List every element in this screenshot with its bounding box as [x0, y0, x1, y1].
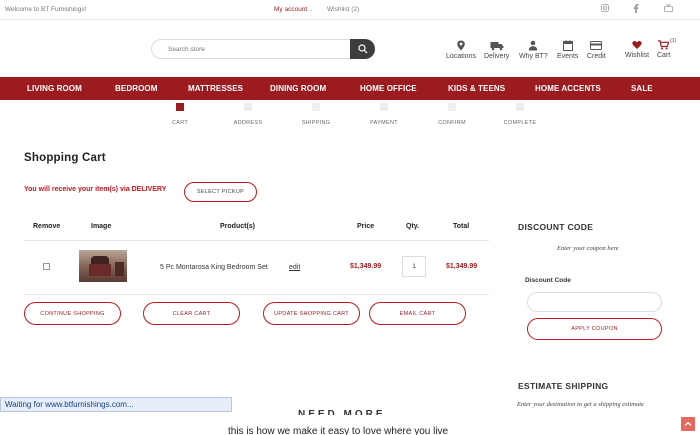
step-address: ADDRESS: [218, 103, 278, 126]
step-cart: CART: [150, 103, 210, 126]
col-total: Total: [453, 223, 470, 230]
heart-icon: [632, 41, 642, 49]
search-bar: [151, 39, 375, 59]
apply-coupon-button[interactable]: APPLY COUPON: [527, 318, 662, 340]
page-title: Shopping Cart: [24, 152, 106, 164]
why-bt-label: Why BT?: [519, 53, 548, 60]
col-qty: Qty.: [406, 223, 420, 230]
row-total: $1,349.99: [446, 263, 478, 270]
col-remove: Remove: [33, 223, 61, 230]
discount-code-label: Discount Code: [525, 277, 571, 284]
search-icon: [358, 44, 368, 54]
search-button[interactable]: [350, 39, 375, 59]
delivery-label: Delivery: [484, 53, 510, 60]
search-input[interactable]: [168, 44, 348, 55]
unit-price: $1,349.99: [350, 263, 382, 270]
step-indicator: [176, 103, 184, 111]
browser-status-bar: Waiting for www.btfurnishings.com...: [0, 397, 232, 412]
step-indicator: [312, 103, 320, 111]
events-label: Events: [557, 53, 579, 60]
delivery-link[interactable]: Delivery: [484, 40, 509, 60]
back-to-top-button[interactable]: [681, 417, 695, 431]
nav-home-office[interactable]: HOME OFFICE: [360, 84, 417, 93]
discount-note: Enter your coupon here: [557, 245, 619, 252]
calendar-icon: [562, 40, 573, 51]
product-name[interactable]: 5 Pc Montarosa King Bedroom Set: [160, 264, 268, 271]
location-pin-icon: [457, 40, 465, 51]
step-indicator: [448, 103, 456, 111]
facebook-icon[interactable]: [631, 4, 641, 14]
youtube-icon[interactable]: [663, 3, 673, 14]
why-bt-link[interactable]: Why BT?: [519, 40, 548, 60]
remove-checkbox[interactable]: [43, 263, 50, 270]
delivery-notice: You will receive your item(s) via DELIVE…: [24, 186, 167, 193]
nav-home-accents[interactable]: HOME ACCENTS: [535, 84, 601, 93]
nav-dining-room[interactable]: DINING ROOM: [270, 84, 326, 93]
top-bar: Welcome to BT Furnishings! My account ⌄ …: [0, 0, 700, 20]
discount-heading: DISCOUNT CODE: [518, 222, 594, 232]
step-indicator: [516, 103, 524, 111]
locations-link[interactable]: Locations: [446, 40, 476, 60]
step-payment: PAYMENT: [354, 103, 414, 126]
continue-shopping-button[interactable]: CONTINUE SHOPPING: [24, 302, 121, 325]
step-indicator: [380, 103, 388, 111]
step-indicator: [244, 103, 252, 111]
col-price: Price: [357, 223, 375, 230]
step-shipping: SHIPPING: [286, 103, 346, 126]
events-link[interactable]: Events: [557, 40, 578, 60]
nav-living-room[interactable]: LIVING ROOM: [27, 84, 82, 93]
step-confirm: CONFIRM: [422, 103, 482, 126]
nav-mattresses[interactable]: MATTRESSES: [188, 84, 243, 93]
locations-label: Locations: [446, 53, 476, 60]
credit-label: Credit: [587, 53, 606, 60]
clear-cart-button[interactable]: CLEAR CART: [143, 302, 240, 325]
tagline-partial: this is how we make it easy to love wher…: [228, 426, 449, 435]
main-nav: LIVING ROOM BEDROOM MATTRESSES DINING RO…: [0, 77, 700, 100]
nav-bedroom[interactable]: BEDROOM: [115, 84, 157, 93]
shipping-note: Enter your destination to get a shipping…: [517, 401, 644, 408]
person-icon: [529, 40, 538, 51]
quantity-input[interactable]: [402, 256, 426, 277]
divider: [24, 294, 489, 295]
select-pickup-button[interactable]: SELECT PICKUP: [184, 182, 257, 202]
cart-label: Cart: [657, 52, 671, 59]
truck-icon: [490, 42, 504, 51]
col-image: Image: [91, 223, 112, 230]
cart-count-badge: (1): [670, 38, 677, 44]
shipping-heading: ESTIMATE SHIPPING: [518, 381, 609, 391]
email-cart-button[interactable]: EMAIL CART: [369, 302, 466, 325]
wishlist-link[interactable]: Wishlist (2): [327, 6, 359, 13]
chevron-up-icon: [684, 421, 692, 426]
divider: [24, 240, 489, 241]
edit-link[interactable]: edit: [289, 264, 300, 271]
nav-sale[interactable]: SALE: [631, 84, 653, 93]
nav-kids-teens[interactable]: KIDS & TEENS: [448, 84, 505, 93]
discount-code-input[interactable]: [527, 292, 662, 312]
cart-link[interactable]: (1) Cart: [657, 38, 676, 59]
my-account-link[interactable]: My account ⌄: [274, 6, 313, 13]
section-heading-partial: NEED MORE: [298, 409, 386, 415]
wishlist-label: Wishlist: [625, 52, 650, 59]
col-products: Product(s): [220, 223, 255, 230]
credit-link[interactable]: Credit: [587, 40, 606, 60]
instagram-icon[interactable]: [600, 4, 610, 14]
wishlist-header-link[interactable]: Wishlist: [625, 40, 649, 59]
step-complete: COMPLETE: [490, 103, 550, 126]
welcome-text: Welcome to BT Furnishings!: [5, 6, 87, 13]
product-thumbnail[interactable]: [79, 250, 127, 282]
credit-card-icon: [590, 41, 603, 50]
update-cart-button[interactable]: UPDATE SHOPPING CART: [263, 302, 360, 325]
chevron-down-icon: ⌄: [309, 7, 314, 13]
cart-icon: [658, 40, 670, 50]
